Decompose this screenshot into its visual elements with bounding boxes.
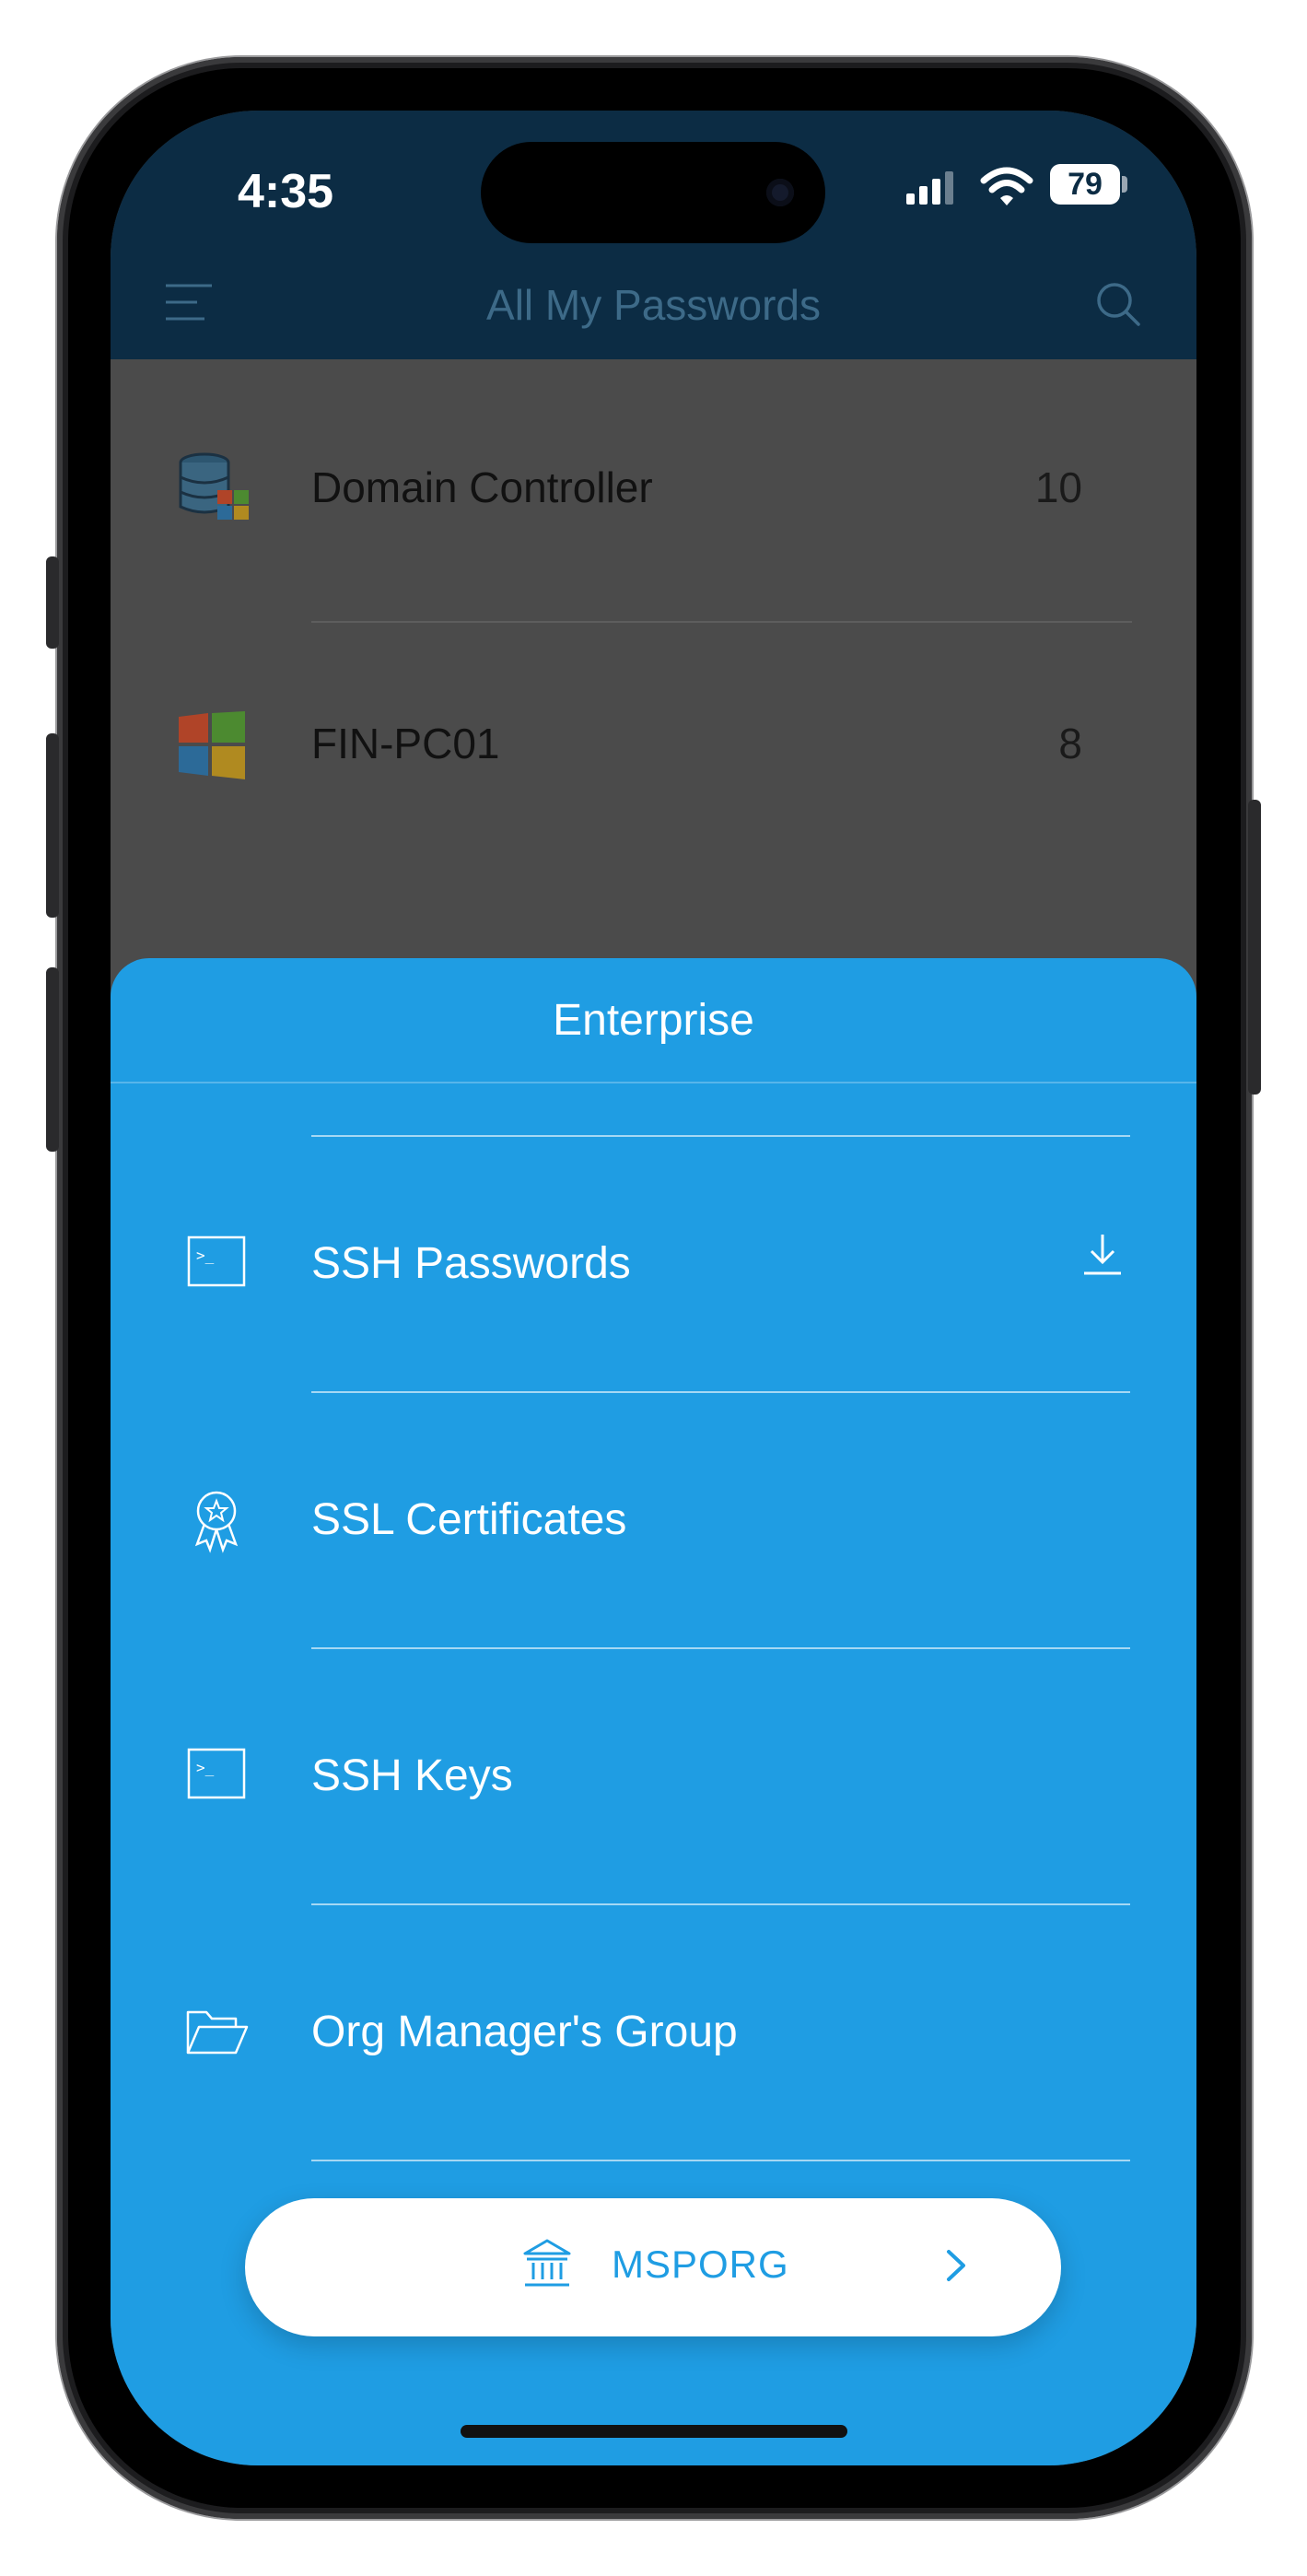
certificate-badge-icon [194,1491,239,1553]
action-button [46,556,59,649]
list-item-label: FIN-PC01 [311,720,500,767]
sheet-item-label: Org Manager's Group [311,2008,738,2056]
page-title: All My Passwords [486,281,821,329]
search-icon[interactable] [1094,280,1142,328]
sheet-item-ssl-certificates[interactable]: SSL Certificates [111,1393,1196,1649]
list-item[interactable]: Domain Controller 10 [111,359,1196,615]
power-button [1248,800,1261,1095]
battery-indicator: 79 [1050,164,1120,205]
battery-nub [1122,176,1127,193]
terminal-icon: >_ [187,1748,246,1799]
download-icon[interactable] [1080,1231,1125,1279]
list-item-label: Domain Controller [311,463,653,511]
sheet-item-label: SSL Certificates [311,1495,627,1544]
chevron-right-icon [947,2250,965,2281]
volume-up-button [46,733,59,918]
sheet-item-ssh-passwords[interactable]: >_ SSH Passwords [111,1137,1196,1393]
svg-text:>_: >_ [196,1759,215,1776]
database-windows-icon [179,452,249,520]
wifi-icon [980,167,1033,205]
svg-text:>_: >_ [196,1247,215,1264]
sheet-title: Enterprise [553,996,754,1045]
windows-logo-icon [179,711,245,779]
front-camera [766,179,794,206]
status-time: 4:35 [238,165,334,218]
app-header: 4:35 79 All My Passwords [111,111,1196,359]
sheet-item-label: SSH Keys [311,1751,513,1800]
home-indicator[interactable] [461,2425,847,2438]
app-screen: 4:35 79 All My Passwords Domain Controll… [111,111,1196,2465]
sheet-header-divider [111,1082,1196,1083]
sheet-item-ssh-keys[interactable]: >_ SSH Keys [111,1649,1196,1905]
list-item[interactable]: FIN-PC01 8 [111,615,1196,872]
volume-down-button [46,967,59,1152]
list-item-count: 8 [1058,720,1082,767]
org-switcher-label: MSPORG [612,2242,789,2286]
bank-icon [523,2239,571,2287]
signal-icon [906,171,953,205]
org-switcher-button[interactable]: MSPORG [245,2198,1061,2336]
list-item-count: 10 [1034,463,1082,511]
sheet-item-label: SSH Passwords [311,1239,631,1288]
terminal-icon: >_ [187,1235,246,1287]
sheet-item-org-managers-group[interactable]: Org Manager's Group [111,1905,1196,2161]
folder-open-icon [186,2010,249,2055]
sheet-divider [311,2160,1130,2161]
